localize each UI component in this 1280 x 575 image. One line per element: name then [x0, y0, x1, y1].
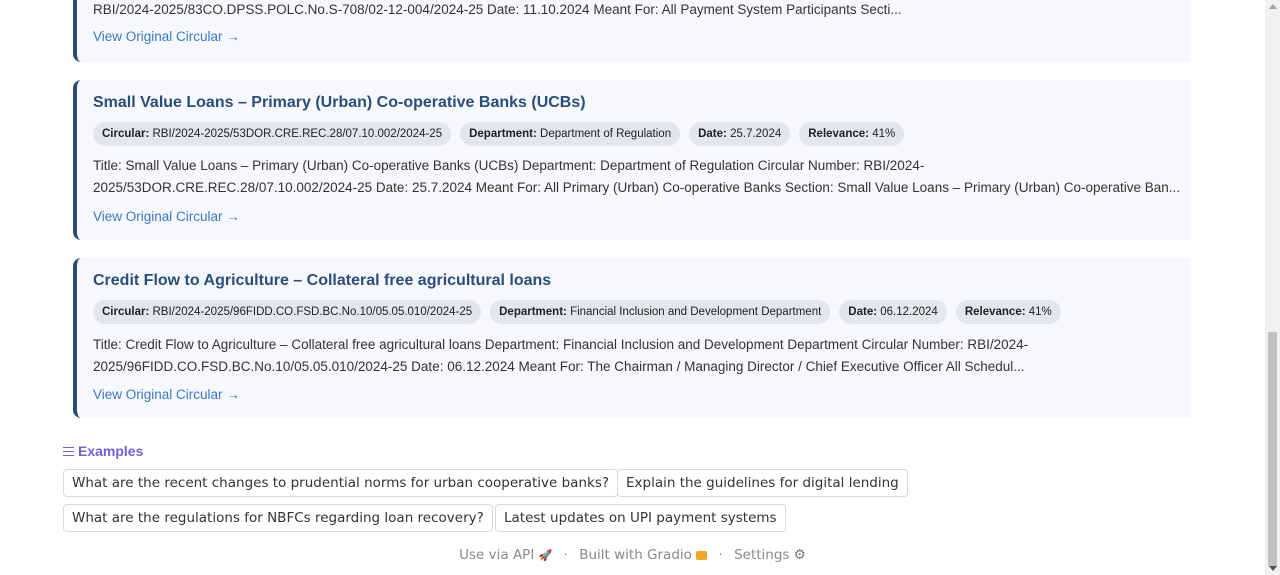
example-button[interactable]: What are the regulations for NBFCs regar…	[63, 504, 493, 532]
date-tag: Date: 06.12.2024	[839, 300, 947, 324]
card-title: Small Value Loans – Primary (Urban) Co-o…	[93, 94, 586, 111]
view-original-circular-link[interactable]: View Original Circular →	[93, 387, 240, 402]
settings-label: Settings	[734, 547, 790, 563]
department-tag: Department: Financial Inclusion and Deve…	[490, 300, 831, 324]
page: RBI/2024-2025/83CO.DPSS.POLC.No.S-708/02…	[0, 0, 1265, 575]
tag-value: 41%	[872, 128, 896, 140]
tag-value: Department of Regulation	[540, 128, 672, 140]
use-via-api-label: Use via API	[459, 547, 535, 563]
view-original-circular-link[interactable]: View Original Circular →	[93, 209, 240, 224]
tag-label: Date:	[848, 306, 878, 318]
footer-separator: ·	[718, 547, 723, 563]
footer-separator: ·	[563, 547, 568, 563]
date-tag: Date: 25.7.2024	[689, 122, 791, 146]
built-with-gradio-label: Built with Gradio	[579, 547, 692, 563]
tag-label: Relevance:	[964, 306, 1026, 318]
gear-icon: ⚙	[793, 547, 806, 563]
tag-label: Relevance:	[808, 128, 869, 140]
result-card-partial: RBI/2024-2025/83CO.DPSS.POLC.No.S-708/02…	[73, 0, 1191, 62]
card-description: Title: Credit Flow to Agriculture – Coll…	[93, 334, 1183, 377]
example-button[interactable]: Explain the guidelines for digital lendi…	[617, 469, 908, 497]
tag-value: RBI/2024-2025/96FIDD.CO.FSD.BC.No.10/05.…	[152, 306, 473, 318]
built-with-gradio-link[interactable]: Built with Gradio	[579, 547, 708, 563]
tag-label: Date:	[698, 128, 727, 140]
tag-value: Financial Inclusion and Development Depa…	[570, 306, 822, 318]
tag-value: 25.7.2024	[730, 128, 782, 140]
scroll-up-icon[interactable]	[1269, 4, 1277, 9]
tag-value: RBI/2024-2025/53DOR.CRE.REC.28/07.10.002…	[152, 128, 443, 140]
tag-label: Department:	[469, 128, 537, 140]
tag-label: Department:	[499, 306, 567, 318]
relevance-tag: Relevance: 41%	[955, 300, 1061, 324]
card-description: RBI/2024-2025/83CO.DPSS.POLC.No.S-708/02…	[93, 2, 902, 17]
gradio-logo-icon	[696, 550, 708, 560]
tag-value: 41%	[1028, 306, 1052, 318]
use-via-api-link[interactable]: Use via API 🚀	[459, 547, 552, 563]
scroll-down-icon[interactable]	[1269, 566, 1277, 571]
footer: Use via API 🚀 · Built with Gradio · Sett…	[0, 547, 1265, 563]
tag-value: 06.12.2024	[880, 306, 938, 318]
result-card: Credit Flow to Agriculture – Collateral …	[73, 258, 1191, 418]
scroll-thumb[interactable]	[1268, 332, 1277, 567]
card-tags: Circular: RBI/2024-2025/53DOR.CRE.REC.28…	[93, 122, 905, 146]
department-tag: Department: Department of Regulation	[460, 122, 681, 146]
vertical-scrollbar[interactable]	[1265, 0, 1280, 575]
examples-label: Examples	[78, 443, 144, 459]
relevance-tag: Relevance: 41%	[799, 122, 905, 146]
circular-tag: Circular: RBI/2024-2025/53DOR.CRE.REC.28…	[93, 122, 452, 146]
card-tags: Circular: RBI/2024-2025/96FIDD.CO.FSD.BC…	[93, 300, 1061, 324]
description-line: 2025/96FIDD.CO.FSD.BC.No.10/05.05.010/20…	[93, 358, 1025, 374]
card-title: Credit Flow to Agriculture – Collateral …	[93, 272, 552, 289]
example-button[interactable]: What are the recent changes to prudentia…	[63, 469, 619, 497]
tag-label: Circular:	[102, 128, 150, 140]
tag-label: Circular:	[102, 306, 150, 318]
list-icon	[63, 446, 74, 456]
settings-link[interactable]: Settings ⚙	[734, 547, 806, 563]
result-card: Small Value Loans – Primary (Urban) Co-o…	[73, 80, 1191, 240]
card-description: Title: Small Value Loans – Primary (Urba…	[93, 158, 1181, 195]
circular-tag: Circular: RBI/2024-2025/96FIDD.CO.FSD.BC…	[93, 300, 482, 324]
example-button[interactable]: Latest updates on UPI payment systems	[495, 504, 786, 532]
rocket-icon: 🚀	[538, 549, 553, 562]
description-line: Title: Credit Flow to Agriculture – Coll…	[93, 337, 1029, 352]
view-original-circular-link[interactable]: View Original Circular →	[93, 29, 240, 44]
examples-heading: Examples	[63, 443, 143, 459]
